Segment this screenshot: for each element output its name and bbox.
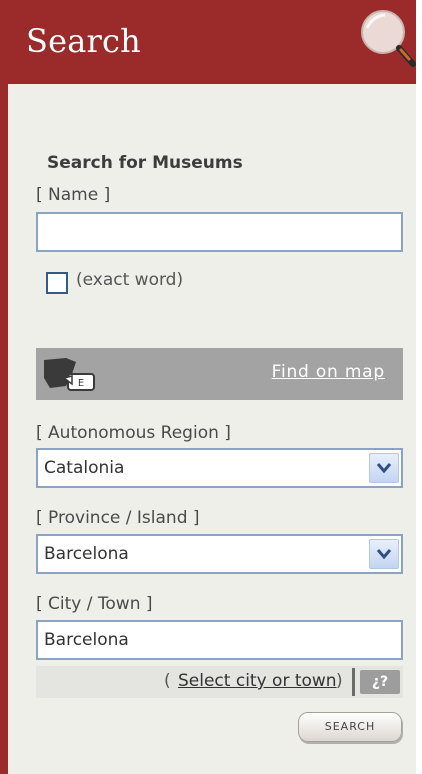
chevron-down-icon xyxy=(377,549,391,559)
exact-word-label: (exact word) xyxy=(76,270,184,290)
spain-map-icon: E xyxy=(44,358,95,391)
search-button[interactable]: SEARCH xyxy=(298,712,402,742)
region-value: Catalonia xyxy=(44,458,125,478)
province-label: [ Province / Island ] xyxy=(36,508,200,528)
name-label: [ Name ] xyxy=(36,185,111,205)
help-icon[interactable]: ¿? xyxy=(360,670,400,694)
section-title: Search for Museums xyxy=(47,153,243,173)
region-dropdown-button[interactable] xyxy=(369,453,399,483)
header-title: Search xyxy=(26,22,141,60)
separator xyxy=(352,668,355,696)
magnifier-icon xyxy=(361,10,416,67)
find-on-map-link[interactable]: Find on map xyxy=(272,362,385,382)
province-value: Barcelona xyxy=(44,544,129,564)
province-select[interactable]: Barcelona xyxy=(36,534,403,574)
search-header: Search xyxy=(0,0,416,84)
find-on-map-bar: E Find on map xyxy=(36,348,403,400)
region-label: [ Autonomous Region ] xyxy=(36,423,231,443)
city-label: [ City / Town ] xyxy=(36,594,153,614)
svg-text:E: E xyxy=(78,378,84,389)
paren-open: ( xyxy=(164,671,171,691)
select-city-strip: ( Select city or town ) ¿? xyxy=(36,666,403,698)
paren-close: ) xyxy=(336,671,343,691)
select-city-link[interactable]: Select city or town xyxy=(178,671,337,691)
chevron-down-icon xyxy=(377,463,391,473)
exact-word-checkbox[interactable] xyxy=(46,272,68,294)
city-input[interactable] xyxy=(36,620,403,660)
province-dropdown-button[interactable] xyxy=(369,539,399,569)
name-input[interactable] xyxy=(36,212,403,252)
region-select[interactable]: Catalonia xyxy=(36,448,403,488)
